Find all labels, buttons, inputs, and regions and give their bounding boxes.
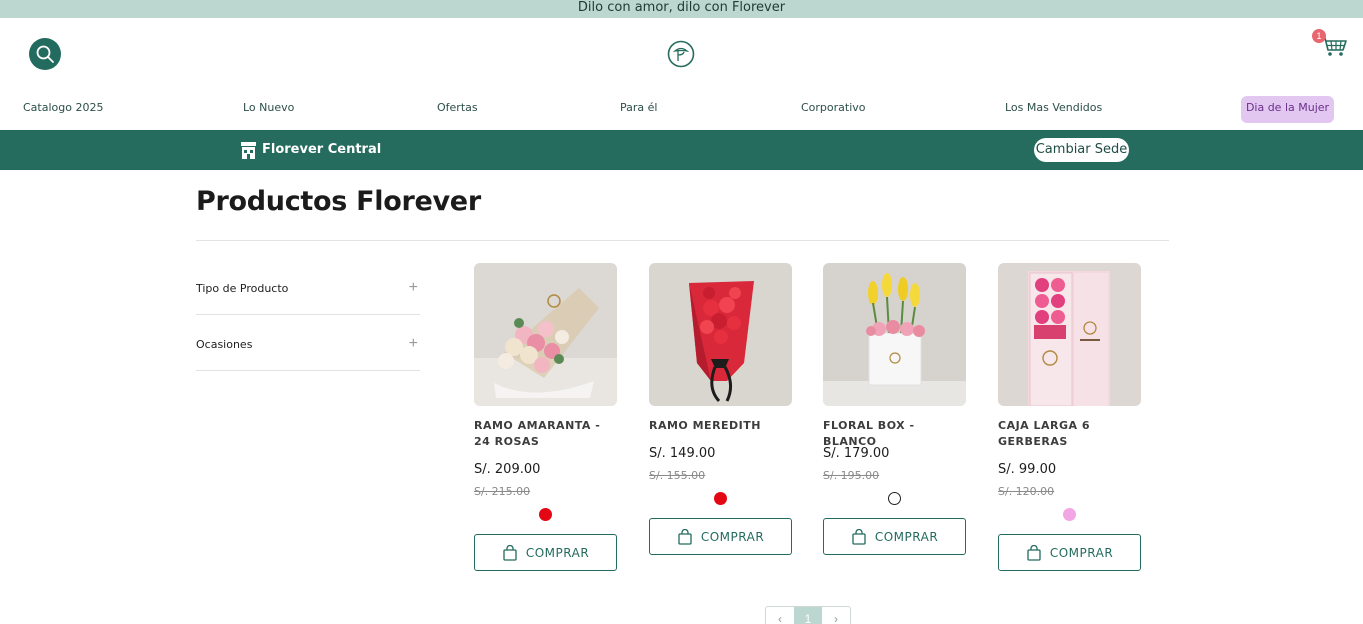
cart-count-badge: 1	[1312, 29, 1326, 43]
plus-icon: +	[408, 335, 418, 352]
color-swatch-red[interactable]	[539, 508, 552, 521]
buy-button[interactable]: COMPRAR	[474, 534, 617, 571]
nav-item-dia-de-la-mujer[interactable]: Dia de la Mujer	[1241, 96, 1334, 123]
product-price: S/. 99.00	[998, 462, 1057, 477]
pagination: ‹ 1 ›	[765, 606, 851, 624]
color-swatch-pink[interactable]	[1063, 508, 1076, 521]
filter-label: Tipo de Producto	[196, 282, 289, 295]
product-old-price: S/. 120.00	[998, 485, 1055, 498]
product-price: S/. 209.00	[474, 462, 541, 477]
florever-logo[interactable]	[667, 40, 695, 68]
buy-button-label: COMPRAR	[1049, 545, 1114, 560]
product-price: S/. 179.00	[823, 446, 890, 461]
product-old-price: S/. 195.00	[823, 469, 880, 482]
nav-item-lo-nuevo[interactable]: Lo Nuevo	[243, 101, 294, 114]
color-swatch-white[interactable]	[888, 492, 901, 505]
product-image-floral-box-blanco[interactable]	[823, 263, 966, 406]
product-name[interactable]: RAMO MEREDITH	[649, 418, 789, 434]
filter-ocasiones[interactable]: Ocasiones +	[196, 315, 420, 371]
search-button[interactable]	[29, 38, 61, 70]
filter-label: Ocasiones	[196, 338, 253, 351]
product-name[interactable]: CAJA LARGA 6 GERBERAS	[998, 418, 1138, 450]
store-icon	[241, 142, 256, 159]
buy-button-label: COMPRAR	[874, 529, 939, 544]
buy-button[interactable]: COMPRAR	[823, 518, 966, 555]
product-card: FLORAL BOX - BLANCO S/. 179.00 S/. 195.0…	[823, 263, 966, 555]
product-price: S/. 149.00	[649, 446, 716, 461]
product-image-ramo-amaranta[interactable]	[474, 263, 617, 406]
nav-item-ofertas[interactable]: Ofertas	[437, 101, 478, 114]
nav-item-corporativo[interactable]: Corporativo	[801, 101, 866, 114]
buy-button[interactable]: COMPRAR	[649, 518, 792, 555]
shopping-bag-icon	[1027, 544, 1041, 561]
store-name: Florever Central	[262, 142, 382, 157]
nav-item-mas-vendidos[interactable]: Los Mas Vendidos	[1005, 101, 1102, 114]
product-name[interactable]: RAMO AMARANTA - 24 ROSAS	[474, 418, 614, 450]
plus-icon: +	[408, 279, 418, 296]
search-icon	[36, 45, 54, 63]
buy-button[interactable]: COMPRAR	[998, 534, 1141, 571]
product-old-price: S/. 155.00	[649, 469, 706, 482]
store-location-bar: Florever Central Cambiar Sede	[0, 130, 1363, 170]
page-number-current[interactable]: 1	[794, 607, 822, 624]
change-store-button[interactable]: Cambiar Sede	[1034, 138, 1129, 162]
product-old-price: S/. 215.00	[474, 485, 531, 498]
nav-item-para-el[interactable]: Para él	[620, 101, 657, 114]
nav-item-catalogo[interactable]: Catalogo 2025	[23, 101, 103, 114]
buy-button-label: COMPRAR	[525, 545, 590, 560]
product-card: CAJA LARGA 6 GERBERAS S/. 99.00 S/. 120.…	[998, 263, 1141, 571]
buy-button-label: COMPRAR	[700, 529, 765, 544]
chevron-left-icon[interactable]: ‹	[766, 607, 794, 624]
cart-button[interactable]: 1	[1312, 29, 1348, 58]
announcement-text: Dilo con amor, dilo con Florever	[577, 0, 786, 15]
shopping-bag-icon	[678, 528, 692, 545]
color-swatch-red[interactable]	[714, 492, 727, 505]
shopping-bag-icon	[852, 528, 866, 545]
product-image-caja-larga-gerberas[interactable]	[998, 263, 1141, 406]
filter-tipo-producto[interactable]: Tipo de Producto +	[196, 259, 420, 315]
announcement-bar: Dilo con amor, dilo con Florever	[0, 0, 1363, 18]
product-card: RAMO AMARANTA - 24 ROSAS S/. 209.00 S/. …	[474, 263, 617, 571]
chevron-right-icon[interactable]: ›	[822, 607, 850, 624]
divider	[196, 240, 1169, 241]
product-card: RAMO MEREDITH S/. 149.00 S/. 155.00 COMP…	[649, 263, 792, 555]
product-image-ramo-meredith[interactable]	[649, 263, 792, 406]
page-title: Productos Florever	[196, 186, 481, 217]
shopping-bag-icon	[503, 544, 517, 561]
